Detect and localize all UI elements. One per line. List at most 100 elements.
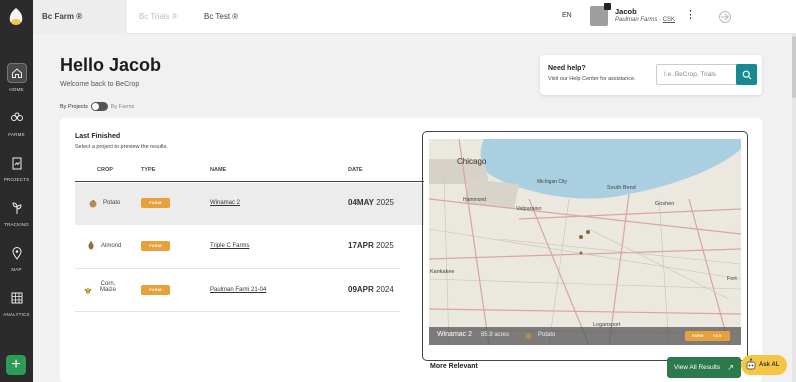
map-label-chicago: Chicago: [457, 157, 487, 166]
map-version-badge: V3.5: [713, 333, 722, 338]
nav-item-analytics[interactable]: ANALYTICS: [0, 288, 33, 328]
map-label-kankakee: Kankakee: [430, 269, 455, 275]
becrop-logo[interactable]: [7, 6, 25, 28]
nav-label-tracking: TRACKING: [4, 222, 29, 227]
help-search-button[interactable]: [736, 64, 757, 85]
map-label-hammond: Hammond: [463, 197, 487, 203]
date-year: 2025: [376, 198, 394, 207]
view-toggle[interactable]: [90, 102, 108, 111]
header-divider: [75, 181, 424, 182]
project-name-link[interactable]: Triple C Farms: [210, 243, 249, 249]
table-row[interactable]: Potato FARM Winamac 2 04MAY 2025: [75, 183, 424, 225]
map-crop-name: Potato: [538, 332, 556, 338]
nav-item-home[interactable]: HOME: [0, 63, 33, 103]
org-code[interactable]: CSK: [663, 17, 675, 23]
nav-label-home: HOME: [9, 87, 24, 92]
type-badge: FARM: [141, 198, 170, 208]
almond-icon: [88, 241, 94, 250]
potato-icon: [89, 199, 97, 208]
nav-item-farms[interactable]: FARMS: [0, 108, 33, 148]
assistant-bot-icon: [746, 358, 756, 370]
map-label-fort: Fort: [727, 276, 737, 282]
map-label-michigan-city: Michigan City: [537, 179, 568, 185]
org-name: Paulman Farms: [615, 17, 658, 23]
map-type-badge: FARM: [692, 333, 704, 338]
farms-icon: [7, 108, 27, 128]
scrollbar-thumb[interactable]: [792, 36, 796, 98]
table-row[interactable]: Corn, Maize FARM Paulman Farm 21-04 09APR…: [75, 270, 424, 312]
tracking-icon: [7, 198, 27, 218]
nav-label-map: MAP: [11, 267, 22, 272]
sidebar: HOME FARMS PROJECTS TRACKING MAP ANALYTI…: [0, 0, 33, 382]
column-header-type: TYPE: [141, 167, 156, 173]
main-content: Hello Jacob Welcome back to BeCrop By Pr…: [33, 34, 796, 382]
nav-item-map[interactable]: MAP: [0, 243, 33, 283]
nav-label-analytics: ANALYTICS: [3, 312, 30, 317]
kebab-menu-icon[interactable]: ⋮: [685, 10, 696, 21]
tab-bc-trials[interactable]: Bc Trials ®: [139, 0, 178, 34]
map-pin-icon: [7, 243, 27, 263]
user-org: Paulman Farms · CSK: [615, 17, 675, 23]
map-preview[interactable]: Chicago Michigan City South Bend Goshen …: [429, 139, 741, 345]
page-subtitle: Welcome back to BeCrop: [60, 81, 140, 88]
row-date: 04MAY 2025: [348, 198, 394, 207]
last-finished-card: Last Finished Select a project to previe…: [60, 118, 762, 382]
type-badge: FARM: [141, 241, 170, 251]
map-canvas: [429, 139, 741, 345]
projects-icon: [7, 153, 27, 173]
nav-label-farms: FARMS: [8, 132, 25, 137]
row-date: 09APR 2024: [348, 285, 394, 294]
project-name-link[interactable]: Winamac 2: [210, 200, 240, 206]
map-info-bar: Winamac 2 85.9 acres Potato FARM V3.5: [429, 327, 741, 345]
section-subtitle: Select a project to preview the results.: [75, 144, 168, 150]
crop-name-line: Maize: [100, 287, 117, 293]
help-search-input[interactable]: I.e. BeCrop, Trials: [656, 64, 738, 85]
ask-ai-button[interactable]: Ask AL: [741, 355, 787, 375]
column-header-name: NAME: [210, 167, 227, 173]
page-title: Hello Jacob: [60, 55, 162, 75]
help-title: Need help?: [548, 65, 586, 72]
map-acres: 85.9 acres: [481, 332, 510, 338]
avatar-badge: [604, 3, 611, 10]
project-name-link[interactable]: Paulman Farm 21-04: [210, 287, 266, 293]
corn-icon: [84, 287, 92, 295]
map-label-goshen: Goshen: [655, 201, 675, 207]
map-label-valparaiso: Valparaiso: [516, 206, 542, 212]
external-arrow-icon: ↗: [727, 363, 734, 372]
tab-label: Bc Trials ®: [139, 12, 178, 21]
add-button[interactable]: +: [6, 355, 26, 375]
map-label-south-bend: South Bend: [607, 185, 636, 191]
help-card: Need help? Visit our Help Center for ass…: [540, 55, 762, 95]
date-year: 2025: [376, 241, 394, 250]
tab-bc-test[interactable]: Bc Test ®: [204, 0, 238, 34]
brand-mark-icon[interactable]: [718, 10, 732, 24]
map-badges: FARM V3.5: [685, 331, 730, 341]
ask-ai-label: Ask AL: [759, 362, 780, 368]
crop-name: Potato: [103, 200, 121, 206]
map-farm-name: Winamac 2: [437, 331, 473, 338]
row-divider: [75, 311, 400, 312]
row-divider: [75, 268, 400, 269]
nav-item-projects[interactable]: PROJECTS: [0, 153, 33, 193]
language-selector[interactable]: EN: [562, 12, 572, 19]
more-relevant-heading: More Relevant: [430, 363, 478, 370]
crop-name: Corn, Maize: [100, 281, 116, 293]
view-all-label: View All Results: [674, 364, 721, 371]
tab-label: Bc Test ®: [204, 12, 239, 21]
tab-label: Bc Farm ®: [42, 12, 83, 21]
tab-bc-farm[interactable]: Bc Farm ®: [33, 0, 127, 34]
column-header-date: DATE: [348, 167, 363, 173]
crop-name: Almond: [101, 243, 122, 249]
date-daymonth: 04MAY: [348, 198, 374, 207]
home-icon: [6, 63, 27, 83]
view-all-results-button[interactable]: View All Results ↗: [667, 357, 741, 378]
date-daymonth: 09APR: [348, 285, 374, 294]
help-subtitle: Visit our Help Center for assistance.: [548, 76, 636, 82]
search-icon: [742, 70, 751, 79]
table-row[interactable]: Almond FARM Triple C Farms 17APR 2025: [75, 227, 424, 269]
toggle-left-label: By Projects: [60, 103, 88, 110]
potato-icon: [525, 333, 532, 339]
top-bar: Bc Farm ® Bc Trials ® Bc Test ® EN Jacob…: [33, 0, 796, 34]
user-name: Jacob: [615, 7, 637, 16]
nav-item-tracking[interactable]: TRACKING: [0, 198, 33, 238]
